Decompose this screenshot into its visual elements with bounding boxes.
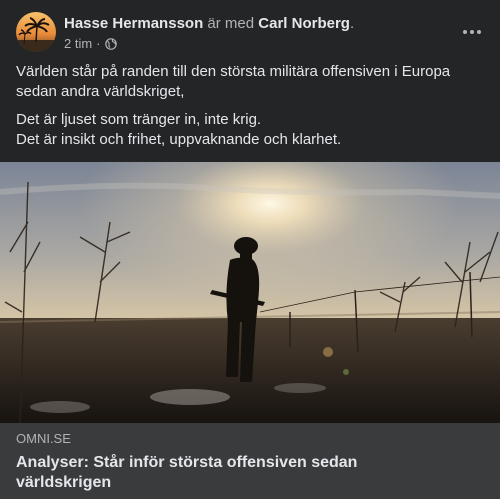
- tagged-person-link[interactable]: Carl Norberg: [258, 15, 350, 32]
- post-timestamp-link[interactable]: 2 tim: [64, 36, 92, 52]
- post-meta: 2 tim ·: [64, 36, 117, 52]
- link-preview-image[interactable]: [0, 162, 500, 423]
- link-domain: OMNI.SE: [16, 431, 71, 446]
- post-line: Det är ljuset som tränger in, inte krig.: [16, 111, 262, 128]
- link-title[interactable]: Analyser: Står inför största offensiven …: [16, 453, 416, 493]
- author-name-link[interactable]: Hasse Hermansson: [64, 15, 203, 32]
- dot-icon: [477, 30, 481, 34]
- link-preview-card[interactable]: OMNI.SE Analyser: Står inför största off…: [0, 423, 500, 499]
- meta-separator: ·: [96, 36, 101, 51]
- with-text: är med: [207, 15, 255, 32]
- post-message: Världen står på randen till den största …: [16, 62, 484, 150]
- feed-post: Hasse Hermansson är med Carl Norberg. 2 …: [0, 0, 500, 499]
- post-header: Hasse Hermansson är med Carl Norberg. 2 …: [16, 12, 484, 54]
- globe-icon[interactable]: [104, 38, 117, 50]
- more-options-button[interactable]: [460, 20, 484, 44]
- author-line: Hasse Hermansson är med Carl Norberg.: [64, 14, 354, 34]
- post-paragraph: Det är ljuset som tränger in, inte krig.…: [16, 110, 484, 150]
- author-avatar[interactable]: [16, 12, 56, 52]
- post-line: Det är insikt och frihet, uppvaknande oc…: [16, 131, 342, 148]
- post-paragraph: Världen står på randen till den största …: [16, 63, 451, 100]
- dot-icon: [463, 30, 467, 34]
- dot-icon: [470, 30, 474, 34]
- tagged-suffix: .: [349, 15, 355, 32]
